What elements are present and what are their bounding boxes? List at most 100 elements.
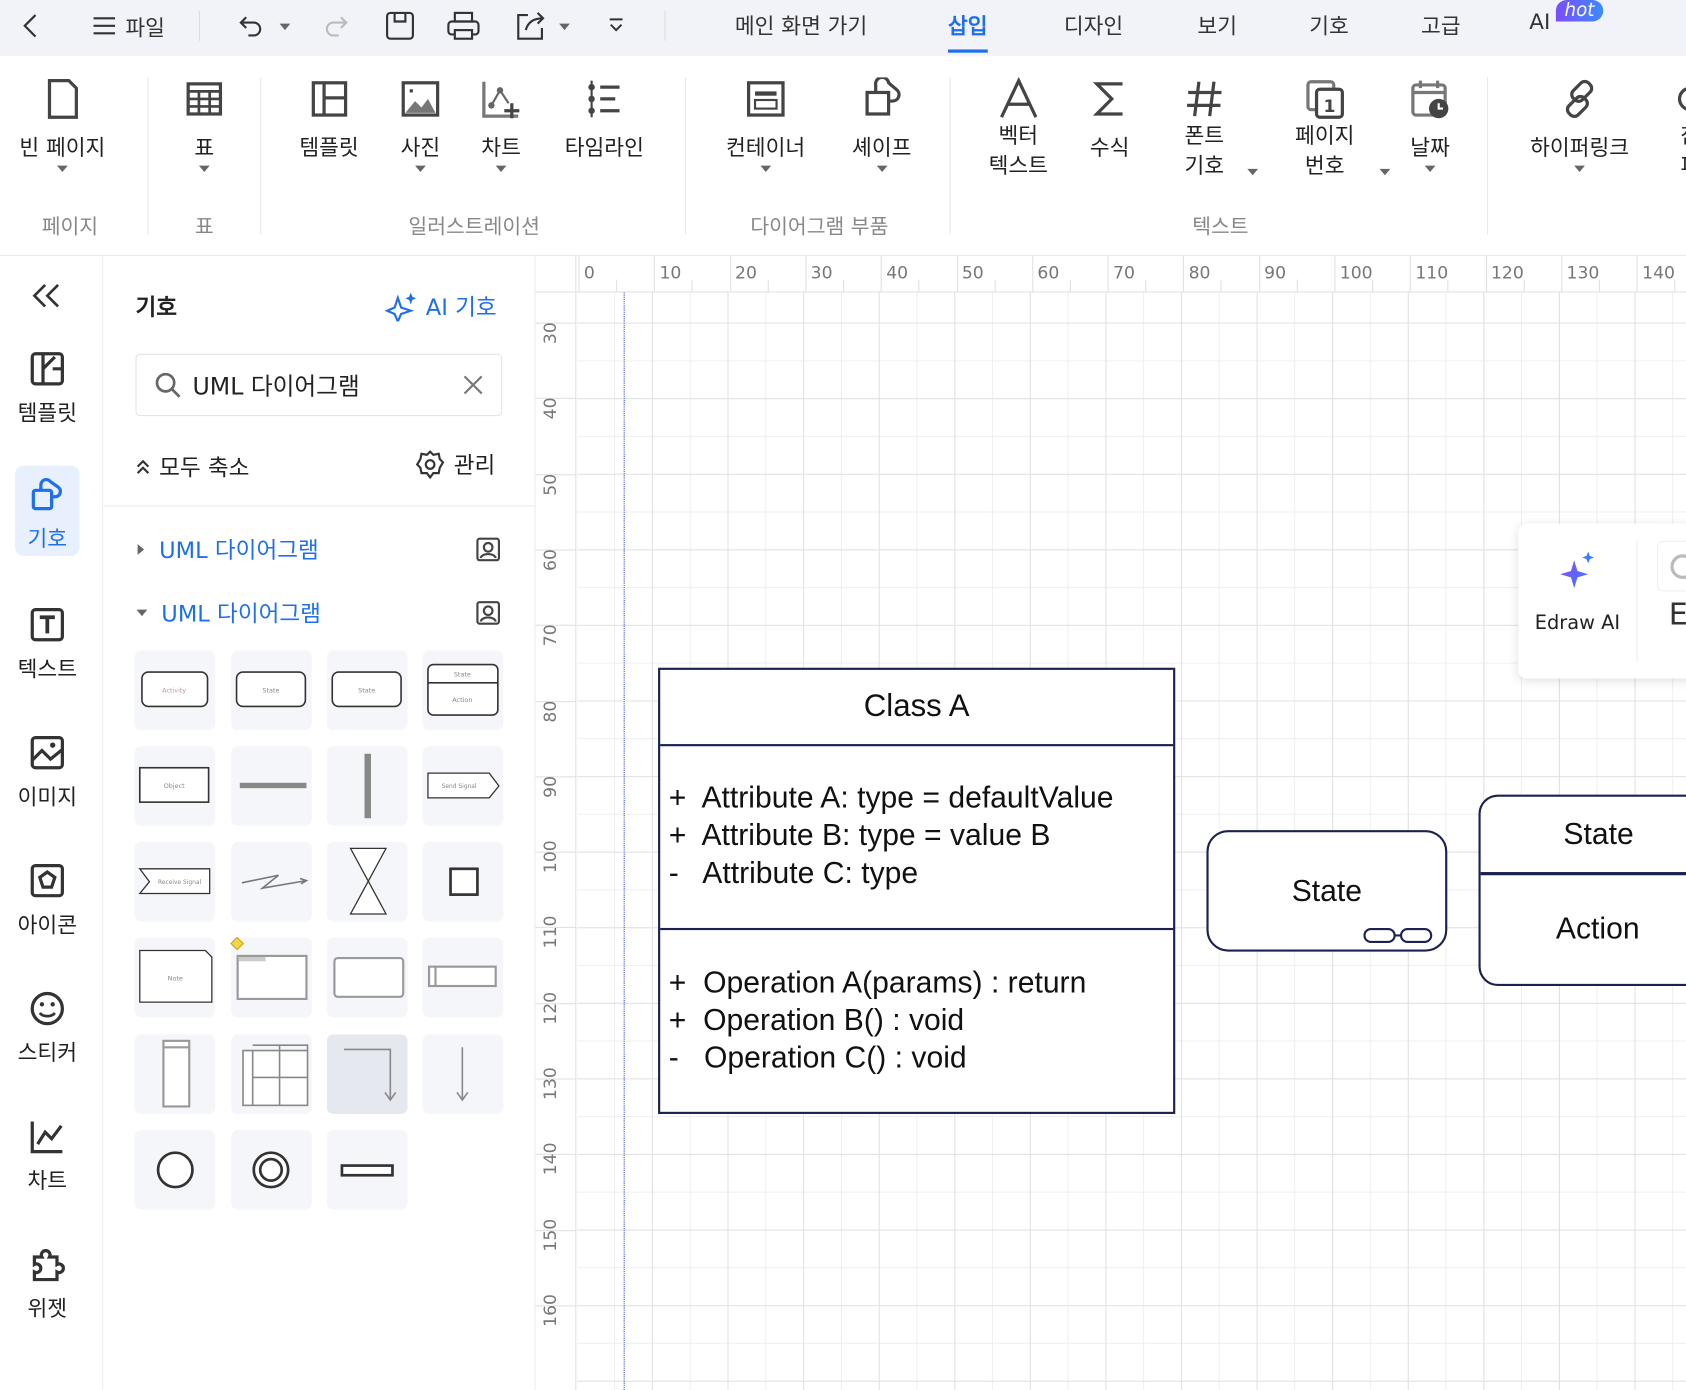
tab-advanced[interactable]: 고급 bbox=[1421, 9, 1461, 40]
font-symbol-button[interactable]: 폰트 기호 bbox=[1183, 77, 1226, 180]
date-button[interactable]: 날짜 bbox=[1409, 77, 1452, 173]
page-number-button[interactable]: 1 페이지 번호 bbox=[1295, 77, 1354, 180]
tab-design[interactable]: 디자인 bbox=[1064, 9, 1123, 40]
shape-state[interactable]: State bbox=[326, 650, 408, 731]
nav-symbols[interactable]: 기호 bbox=[15, 465, 80, 556]
redo-button[interactable] bbox=[318, 9, 352, 43]
nav-charts[interactable]: 차트 bbox=[15, 1118, 80, 1194]
ai-symbols-button[interactable]: AI 기호 bbox=[384, 290, 497, 322]
shape-down-arrow[interactable] bbox=[422, 1034, 504, 1114]
ruler-label: 30 bbox=[810, 262, 833, 283]
divider bbox=[1487, 77, 1489, 235]
image-icon bbox=[401, 81, 440, 117]
shape-interrupt-flow[interactable] bbox=[231, 841, 312, 922]
edraw-ai-button[interactable]: Edraw AI bbox=[1518, 524, 1636, 679]
shape-flat-bar[interactable] bbox=[326, 1130, 408, 1210]
shape-button[interactable]: 셰이프 bbox=[852, 77, 911, 173]
nav-stickers[interactable]: 스티커 bbox=[15, 990, 80, 1066]
hyperlink-button[interactable]: 하이퍼링크 bbox=[1530, 77, 1629, 173]
ruler-minor-tick bbox=[1145, 279, 1147, 293]
shape-rounded-frame[interactable] bbox=[326, 937, 408, 1018]
file-menu-button[interactable]: 파일 bbox=[80, 9, 177, 43]
shape-horizontal-lane[interactable] bbox=[422, 937, 504, 1018]
label: 이미지 bbox=[17, 783, 77, 810]
collapse-sidebar-button[interactable] bbox=[30, 282, 62, 314]
ruler-minor-tick bbox=[691, 279, 693, 293]
shape-final-circle[interactable] bbox=[231, 1130, 312, 1210]
vector-text-icon bbox=[999, 77, 1037, 118]
partial-button[interactable]: 참 피 bbox=[1669, 77, 1686, 180]
shape-elbow-connector[interactable] bbox=[326, 1034, 408, 1114]
library-row-expanded[interactable]: UML 다이어그램 bbox=[135, 597, 501, 629]
caret-down-icon bbox=[760, 165, 771, 173]
chart-button[interactable]: 차트 bbox=[480, 77, 523, 173]
tab-ai[interactable]: AI bbox=[1529, 9, 1550, 35]
library-row-collapsed[interactable]: UML 다이어그램 bbox=[135, 533, 501, 565]
shape-object[interactable]: Object bbox=[134, 746, 216, 826]
search-input[interactable]: UML 다이어그램 bbox=[135, 353, 503, 417]
clear-search-icon[interactable] bbox=[462, 374, 484, 396]
tab-view[interactable]: 보기 bbox=[1197, 9, 1237, 40]
shape-state-composite[interactable]: State bbox=[231, 650, 312, 731]
redo-icon bbox=[325, 16, 348, 37]
print-button[interactable] bbox=[445, 9, 482, 43]
nav-images[interactable]: 이미지 bbox=[15, 734, 80, 810]
sparkle-icon bbox=[384, 292, 417, 322]
more-tools-button[interactable] bbox=[602, 9, 630, 43]
shape-frame[interactable] bbox=[231, 937, 312, 1018]
back-button[interactable] bbox=[15, 9, 47, 43]
shape-send-signal[interactable]: Send Signal bbox=[422, 746, 504, 826]
search-tool-button[interactable] bbox=[1656, 540, 1686, 592]
state-shape[interactable]: State bbox=[1206, 830, 1448, 952]
tab-symbols[interactable]: 기호 bbox=[1309, 9, 1349, 40]
panel-title: 기호 bbox=[135, 294, 178, 321]
ruler-minor-tick bbox=[1674, 279, 1676, 293]
blank-page-button[interactable]: 빈 페이지 bbox=[19, 77, 105, 173]
ruler-label: 120 bbox=[1490, 262, 1524, 283]
state-action-shape[interactable]: State Action bbox=[1478, 794, 1686, 987]
uml-class-shape[interactable]: Class A + Attribute A: type = defaultVal… bbox=[658, 667, 1176, 1114]
table-button[interactable]: 표 bbox=[183, 77, 226, 173]
timeline-button[interactable]: 타임라인 bbox=[565, 77, 644, 163]
template-button[interactable]: 템플릿 bbox=[299, 77, 359, 163]
double-chevron-left-icon bbox=[32, 283, 60, 308]
group-label: 표 bbox=[194, 215, 214, 239]
image-button[interactable]: 사진 bbox=[399, 77, 442, 173]
shape-vertical-lane[interactable] bbox=[134, 1034, 216, 1114]
vector-text-button[interactable]: 벡터 텍스트 bbox=[989, 77, 1048, 180]
tab-insert[interactable]: 삽입 bbox=[947, 9, 988, 53]
manage-button[interactable]: 관리 bbox=[415, 448, 495, 480]
label: 표 bbox=[194, 134, 215, 161]
export-button[interactable] bbox=[513, 9, 550, 43]
user-library-icon[interactable] bbox=[475, 537, 501, 563]
save-button[interactable] bbox=[383, 9, 417, 43]
shape-square[interactable] bbox=[422, 841, 504, 922]
nav-templates[interactable]: 템플릿 bbox=[15, 351, 80, 427]
undo-button[interactable] bbox=[234, 9, 268, 43]
shape-initial-circle[interactable] bbox=[134, 1130, 216, 1210]
container-button[interactable]: 컨테이너 bbox=[726, 77, 805, 173]
shape-vertical-bar[interactable] bbox=[326, 746, 408, 826]
collapse-all-button[interactable]: 모두 축소 bbox=[135, 451, 249, 483]
caret-down-icon[interactable] bbox=[1379, 168, 1391, 176]
tab-main[interactable]: 메인 화면 가기 bbox=[735, 9, 867, 40]
shape-swimlane-grid[interactable] bbox=[231, 1034, 312, 1114]
formula-button[interactable]: 수식 bbox=[1088, 77, 1131, 163]
nav-widgets[interactable]: 위젯 bbox=[15, 1246, 80, 1322]
calendar-icon bbox=[1411, 80, 1449, 119]
shape-activity[interactable]: Activity bbox=[134, 650, 216, 731]
shape-state-action[interactable]: State Action bbox=[422, 650, 504, 731]
ruler-label: 160 bbox=[539, 1293, 561, 1327]
shape-note[interactable]: Note bbox=[134, 937, 216, 1018]
nav-icons[interactable]: 아이콘 bbox=[15, 862, 80, 938]
caret-down-icon[interactable] bbox=[1247, 168, 1259, 176]
shape-receive-signal[interactable]: Receive Signal bbox=[134, 841, 216, 922]
shape-hourglass[interactable] bbox=[326, 841, 408, 922]
nav-text[interactable]: 텍스트 bbox=[15, 606, 80, 682]
ruler-label: 140 bbox=[539, 1142, 561, 1176]
export-dropdown[interactable] bbox=[555, 9, 574, 43]
undo-dropdown[interactable] bbox=[275, 9, 294, 43]
ruler-label: 90 bbox=[1264, 262, 1287, 283]
shape-horizontal-bar[interactable] bbox=[231, 746, 312, 826]
user-library-icon[interactable] bbox=[475, 600, 501, 626]
